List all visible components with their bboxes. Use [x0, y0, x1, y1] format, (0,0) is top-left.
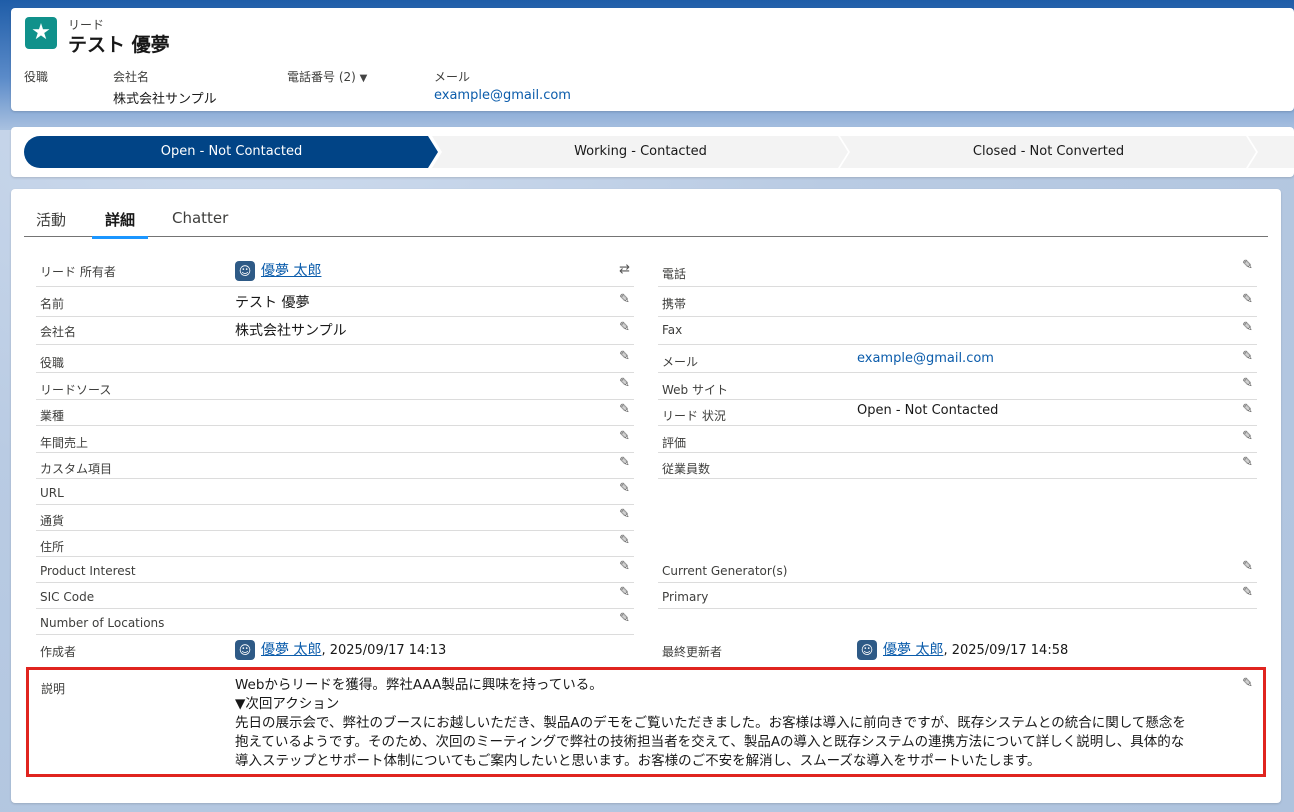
- field-row-product-interest: Product Interest ✎: [36, 557, 634, 583]
- edit-pencil-icon[interactable]: ✎: [619, 349, 630, 364]
- field-row-mobile: 携帯 ✎: [658, 288, 1257, 317]
- edit-pencil-icon[interactable]: ✎: [619, 429, 630, 444]
- lead-star-icon: ★: [25, 17, 57, 49]
- field-row-current-generators: Current Generator(s) ✎: [658, 557, 1257, 583]
- tab-bar: 活動 詳細 Chatter: [24, 189, 1268, 239]
- email-link[interactable]: example@gmail.com: [857, 351, 994, 366]
- tab-chatter[interactable]: Chatter: [172, 209, 228, 227]
- edit-pencil-icon[interactable]: ✎: [619, 559, 630, 574]
- description-label: 説明: [41, 682, 66, 696]
- header-field-email: メール example@gmail.com: [434, 70, 571, 103]
- edit-pencil-icon[interactable]: ✎: [619, 481, 630, 496]
- field-row-company: 会社名 株式会社サンプル ✎: [36, 317, 634, 345]
- avatar: ☺: [857, 640, 877, 660]
- path-stage-next[interactable]: [1248, 136, 1294, 168]
- avatar: ☺: [235, 261, 255, 281]
- header-field-company: 会社名 株式会社サンプル: [113, 70, 217, 107]
- field-row-last-modified-by: 最終更新者 ☺ 優夢 太郎, 2025/09/17 14:58: [662, 640, 1069, 660]
- field-row-annual-revenue: 年間売上 ✎: [36, 426, 634, 453]
- tab-details[interactable]: 詳細: [92, 209, 149, 239]
- field-row-custom: カスタム項目 ✎: [36, 453, 634, 479]
- field-row-currency: 通貨 ✎: [36, 505, 634, 531]
- field-row-created-by: 作成者 ☺ 優夢 太郎, 2025/09/17 14:13: [40, 640, 447, 660]
- edit-pencil-icon[interactable]: ✎: [1242, 585, 1253, 600]
- record-header: ★ リード テスト 優夢 役職 会社名 株式会社サンプル 電話番号 (2) ▼ …: [11, 8, 1294, 111]
- path-stage-open[interactable]: Open - Not Contacted: [24, 136, 439, 168]
- field-row-primary: Primary ✎: [658, 583, 1257, 609]
- chevron-down-icon[interactable]: ▼: [360, 73, 368, 84]
- field-row-industry: 業種 ✎: [36, 400, 634, 426]
- field-row-owner: リード 所有者 ☺ 優夢 太郎 ⇄: [36, 257, 634, 287]
- edit-pencil-icon[interactable]: ✎: [1242, 258, 1253, 273]
- modified-by-link[interactable]: 優夢 太郎: [883, 642, 943, 658]
- edit-pencil-icon[interactable]: ✎: [619, 611, 630, 626]
- edit-pencil-icon[interactable]: ✎: [1242, 676, 1253, 691]
- edit-pencil-icon[interactable]: ✎: [619, 292, 630, 307]
- field-row-phone: 電話 ✎: [658, 257, 1257, 287]
- field-row-url: URL ✎: [36, 479, 634, 505]
- header-field-phone[interactable]: 電話番号 (2) ▼: [287, 68, 367, 85]
- edit-pencil-icon[interactable]: ✎: [619, 402, 630, 417]
- field-row-address: 住所 ✎: [36, 531, 634, 557]
- path-stage-closed[interactable]: Closed - Not Converted: [840, 136, 1257, 168]
- edit-pencil-icon[interactable]: ✎: [619, 585, 630, 600]
- edit-pencil-icon[interactable]: ✎: [1242, 455, 1253, 470]
- field-row-sic-code: SIC Code ✎: [36, 583, 634, 609]
- edit-pencil-icon[interactable]: ✎: [1242, 376, 1253, 391]
- field-row-email: メール example@gmail.com ✎: [658, 345, 1257, 373]
- field-row-number-of-locations: Number of Locations ✎: [36, 609, 634, 635]
- edit-pencil-icon[interactable]: ✎: [619, 507, 630, 522]
- edit-pencil-icon[interactable]: ✎: [619, 376, 630, 391]
- email-link[interactable]: example@gmail.com: [434, 88, 571, 103]
- edit-pencil-icon[interactable]: ✎: [1242, 559, 1253, 574]
- field-row-lead-status: リード 状況 Open - Not Contacted ✎: [658, 400, 1257, 426]
- field-row-fax: Fax ✎: [658, 317, 1257, 345]
- description-text: Webからリードを獲得。弊社AAA製品に興味を持っている。 ▼次回アクション 先…: [235, 677, 1186, 769]
- owner-link[interactable]: 優夢 太郎: [261, 263, 321, 279]
- path-stage-working[interactable]: Working - Contacted: [432, 136, 849, 168]
- edit-pencil-icon[interactable]: ✎: [619, 320, 630, 335]
- detail-panel: 活動 詳細 Chatter リード 所有者 ☺ 優夢 太郎 ⇄ 名前 テスト 優夢…: [11, 189, 1281, 803]
- edit-pencil-icon[interactable]: ✎: [1242, 429, 1253, 444]
- created-by-link[interactable]: 優夢 太郎: [261, 642, 321, 658]
- field-row-name: 名前 テスト 優夢 ✎: [36, 288, 634, 317]
- edit-pencil-icon[interactable]: ✎: [1242, 402, 1253, 417]
- description-highlight: 説明 Webからリードを獲得。弊社AAA製品に興味を持っている。 ▼次回アクショ…: [26, 667, 1266, 777]
- edit-pencil-icon[interactable]: ✎: [619, 455, 630, 470]
- field-row-title: 役職 ✎: [36, 345, 634, 373]
- field-row-website: Web サイト ✎: [658, 373, 1257, 400]
- tab-activity[interactable]: 活動: [36, 209, 66, 230]
- change-owner-icon[interactable]: ⇄: [619, 262, 630, 277]
- record-title: テスト 優夢: [68, 34, 170, 56]
- header-field-title: 役職: [24, 70, 49, 84]
- edit-pencil-icon[interactable]: ✎: [619, 533, 630, 548]
- edit-pencil-icon[interactable]: ✎: [1242, 349, 1253, 364]
- field-row-rating: 評価 ✎: [658, 426, 1257, 453]
- edit-pencil-icon[interactable]: ✎: [1242, 320, 1253, 335]
- field-row-employees: 従業員数 ✎: [658, 453, 1257, 479]
- field-row-lead-source: リードソース ✎: [36, 373, 634, 400]
- status-path: Open - Not Contacted Working - Contacted…: [11, 127, 1294, 177]
- edit-pencil-icon[interactable]: ✎: [1242, 292, 1253, 307]
- avatar: ☺: [235, 640, 255, 660]
